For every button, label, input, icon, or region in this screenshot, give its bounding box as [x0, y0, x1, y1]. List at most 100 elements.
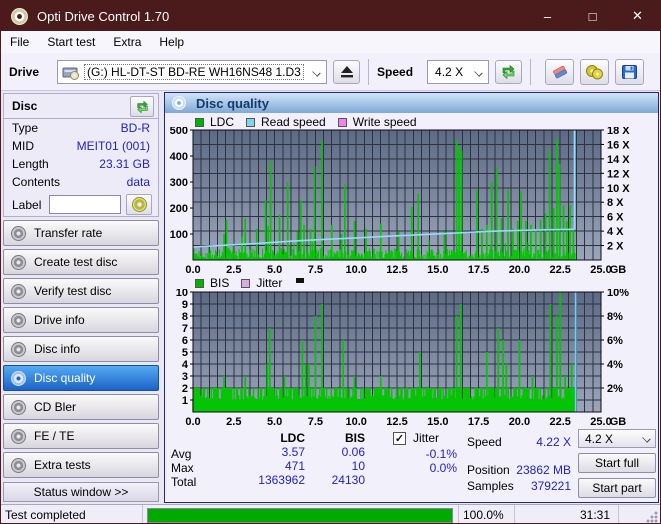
maximize-button[interactable]: □	[570, 1, 615, 31]
eject-button[interactable]	[333, 59, 361, 84]
svg-text:1: 1	[182, 395, 188, 407]
disc-row-length: Length 23.31 GB	[12, 157, 150, 171]
svg-text:3: 3	[182, 371, 188, 383]
drive-select[interactable]: (G:) HL-DT-ST BD-RE WH16NS48 1.D3	[57, 59, 328, 84]
write-label-button[interactable]	[126, 194, 153, 215]
status-window-button[interactable]: Status window >>	[3, 482, 159, 502]
start-full-button[interactable]: Start full	[578, 453, 656, 473]
disc-row-contents: Contents data	[12, 175, 150, 191]
sidebar-item-transfer-rate[interactable]: Transfer rate	[3, 220, 159, 246]
svg-text:10.0: 10.0	[345, 416, 366, 427]
save-icon	[622, 64, 638, 79]
refresh-disc-button[interactable]	[130, 96, 154, 117]
legend-marker	[296, 277, 305, 283]
position-stat-label: Position	[467, 463, 510, 477]
svg-text:20.0: 20.0	[509, 264, 530, 275]
max-row-label: Max	[171, 461, 194, 475]
svg-text:GB: GB	[610, 264, 627, 275]
svg-text:14 X: 14 X	[607, 154, 630, 166]
samples-stat-value: 379221	[530, 479, 571, 493]
svg-text:22.5: 22.5	[549, 416, 570, 427]
save-button[interactable]	[615, 58, 645, 85]
svg-text:4: 4	[182, 359, 189, 371]
menu-start-test[interactable]: Start test	[38, 31, 104, 53]
sidebar: Disc Type BD-R MID MEIT01 (001) Length 23	[1, 91, 161, 504]
disc-quality-panel: Disc quality LDC Read speed Write speed …	[164, 92, 659, 503]
progress-bar	[147, 507, 453, 523]
sidebar-item-fe-te[interactable]: FE / TE	[3, 423, 159, 449]
svg-text:500: 500	[170, 127, 188, 137]
speed-label: Speed	[377, 64, 414, 79]
contents-link[interactable]: data	[127, 175, 150, 191]
svg-text:4 X: 4 X	[607, 226, 624, 238]
avg-row-label: Avg	[171, 447, 192, 461]
disc-icon	[11, 399, 26, 415]
svg-text:10%: 10%	[607, 289, 629, 299]
disc-icon	[11, 457, 26, 473]
svg-text:2.5: 2.5	[226, 264, 241, 275]
menu-file[interactable]: File	[1, 31, 38, 53]
svg-text:2: 2	[182, 383, 188, 395]
disc-icon	[172, 96, 186, 110]
jitter-avg: -0.1%	[425, 447, 457, 461]
jitter-checkbox[interactable]: ✓	[393, 432, 406, 445]
progress-percent: 100.0%	[463, 508, 504, 522]
disc-icon	[11, 312, 26, 328]
close-button[interactable]: ✕	[615, 1, 660, 31]
sidebar-item-cd-bler[interactable]: CD Bler	[3, 394, 159, 420]
speed-stat-value: 4.22 X	[536, 435, 571, 449]
svg-text:18 X: 18 X	[607, 127, 630, 137]
bis-jitter-chart: 12345678910 2% 4% 6% 8% 10% 0.0 2.5 5.0 7.5 10.0 12…	[176, 289, 629, 427]
svg-text:100: 100	[170, 229, 188, 241]
status-text: Test completed	[5, 508, 86, 522]
drive-value: (G:) HL-DT-ST BD-RE WH16NS48 1.D3	[84, 63, 304, 80]
erase-disc-button[interactable]	[545, 58, 575, 85]
disc-icon	[11, 341, 26, 357]
svg-text:25.0: 25.0	[590, 416, 611, 427]
ldc-avg: 3.57	[281, 445, 305, 459]
svg-text:6 X: 6 X	[607, 212, 624, 224]
svg-text:0.0: 0.0	[185, 416, 200, 427]
svg-text:0.0: 0.0	[185, 264, 200, 275]
panel-title: Disc quality	[196, 95, 269, 111]
bis-avg: 0.06	[341, 445, 365, 459]
bis-chart-legend: BIS Jitter	[195, 276, 305, 290]
sidebar-item-create-test-disc[interactable]: Create test disc	[3, 249, 159, 275]
test-speed-select[interactable]: 4.2 X	[578, 429, 656, 448]
speed-select[interactable]: 4.2 X	[427, 59, 490, 84]
menu-extra[interactable]: Extra	[104, 31, 150, 53]
rescan-button[interactable]	[495, 59, 523, 84]
resize-grip[interactable]	[646, 511, 658, 523]
sidebar-item-disc-quality[interactable]: Disc quality	[3, 365, 159, 391]
svg-text:7.5: 7.5	[308, 416, 323, 427]
sidebar-item-disc-info[interactable]: Disc info	[3, 336, 159, 362]
svg-text:300: 300	[170, 177, 188, 189]
write-speed-legend-swatch	[337, 117, 347, 127]
sidebar-item-extra-tests[interactable]: Extra tests	[3, 452, 159, 478]
refresh-icon	[502, 64, 515, 79]
svg-text:7.5: 7.5	[308, 264, 323, 275]
svg-text:12.5: 12.5	[386, 264, 407, 275]
disc-icon	[131, 197, 147, 212]
window-title: Opti Drive Control 1.70	[37, 8, 170, 24]
label-input[interactable]	[49, 195, 122, 214]
svg-text:6%: 6%	[607, 335, 623, 347]
menubar: File Start test Extra Help	[1, 31, 660, 53]
svg-text:16 X: 16 X	[607, 139, 630, 151]
disc-tools-button[interactable]	[580, 58, 610, 85]
svg-text:10: 10	[176, 289, 188, 299]
ldc-legend-swatch	[195, 117, 204, 127]
minimize-button[interactable]: –	[525, 1, 570, 31]
bis-max: 10	[351, 459, 365, 473]
chevron-down-icon	[643, 435, 651, 443]
ldc-speed-chart: 100 200 300 400 500 2 X 4 X 6 X 8 X 10 X 12 X 14 X 1…	[170, 127, 631, 275]
separator	[530, 58, 532, 85]
sidebar-item-verify-test-disc[interactable]: Verify test disc	[3, 278, 159, 304]
sidebar-item-drive-info[interactable]: Drive info	[3, 307, 159, 333]
menu-help[interactable]: Help	[150, 31, 193, 53]
svg-text:2 X: 2 X	[607, 241, 624, 253]
svg-text:10 X: 10 X	[607, 183, 630, 195]
svg-text:12.5: 12.5	[386, 416, 407, 427]
start-part-button[interactable]: Start part	[578, 478, 656, 498]
jitter-max: 0.0%	[429, 461, 457, 475]
